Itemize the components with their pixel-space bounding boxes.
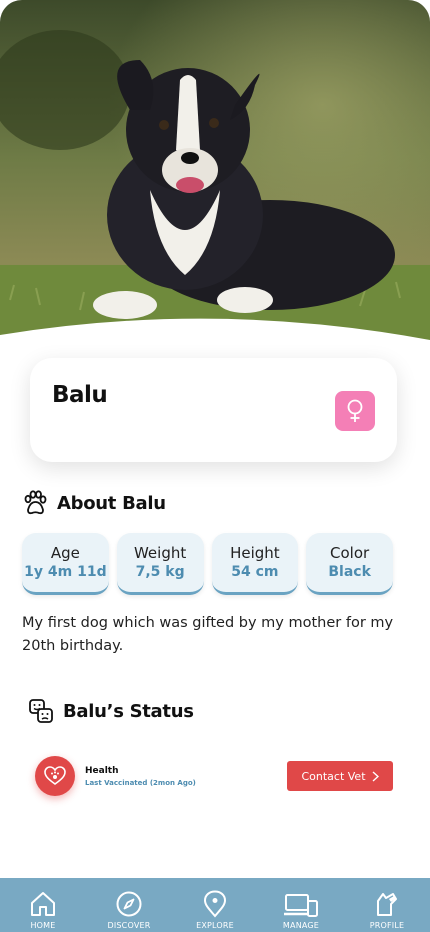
about-title: About Balu xyxy=(57,492,166,514)
nav-label: PROFILE xyxy=(369,921,405,930)
nav-label: HOME xyxy=(30,921,56,930)
nav-label: DISCOVER xyxy=(107,921,151,930)
nav-item-profile[interactable]: PROFILE xyxy=(344,878,430,932)
status-title: Balu’s Status xyxy=(63,700,194,722)
stat-label: Color xyxy=(330,543,370,562)
health-status-row: Health Last Vaccinated (2mon Ago) Contac… xyxy=(35,756,393,798)
stat-height: Height 54 cm xyxy=(211,533,299,595)
stat-value: Black xyxy=(328,563,371,580)
nav-item-discover[interactable]: DISCOVER xyxy=(86,878,172,932)
nav-item-home[interactable]: HOME xyxy=(0,878,86,932)
paw-icon xyxy=(24,490,47,515)
stat-label: Age xyxy=(50,543,80,562)
about-heading: About Balu xyxy=(22,490,166,516)
status-faces-icon xyxy=(29,699,53,723)
devices-icon xyxy=(284,894,318,917)
health-title: Health xyxy=(85,766,119,776)
female-icon xyxy=(347,399,363,422)
stat-weight: Weight 7,5 kg xyxy=(116,533,204,595)
status-heading: Balu’s Status xyxy=(28,698,194,724)
location-pin-icon xyxy=(203,890,227,918)
stat-label: Height xyxy=(230,543,280,562)
nav-item-manage[interactable]: MANAGE xyxy=(258,878,344,932)
stat-label: Weight xyxy=(133,543,187,562)
stat-value: 54 cm xyxy=(231,563,279,580)
chevron-right-icon xyxy=(372,770,379,782)
nav-label: EXPLORE xyxy=(196,921,234,930)
stat-value: 1y 4m 11d xyxy=(24,563,107,580)
stat-value: 7,5 kg xyxy=(135,563,185,580)
stat-age: Age 1y 4m 11d xyxy=(22,533,109,595)
gender-badge xyxy=(335,391,375,431)
nav-item-explore[interactable]: EXPLORE xyxy=(172,878,258,932)
pet-profile-icon xyxy=(377,893,397,916)
stats-row: Age 1y 4m 11d Weight 7,5 kg Height 54 cm… xyxy=(22,533,393,595)
compass-icon xyxy=(116,891,142,917)
pet-photo xyxy=(0,0,430,350)
contact-vet-button[interactable]: Contact Vet xyxy=(287,761,393,791)
pet-name: Balu xyxy=(52,382,108,408)
heart-paw-icon xyxy=(35,756,75,796)
contact-vet-label: Contact Vet xyxy=(301,769,366,783)
home-icon xyxy=(31,892,55,916)
nav-label: MANAGE xyxy=(282,921,320,930)
pet-description: My first dog which was gifted by my moth… xyxy=(22,615,394,654)
health-subtitle: Last Vaccinated (2mon Ago) xyxy=(85,779,196,787)
bottom-nav: HOME DISCOVER EXPLORE MANAGE PROFILE xyxy=(0,878,430,932)
pet-name-card: Balu xyxy=(30,358,397,462)
stat-color: Color Black xyxy=(306,533,393,595)
